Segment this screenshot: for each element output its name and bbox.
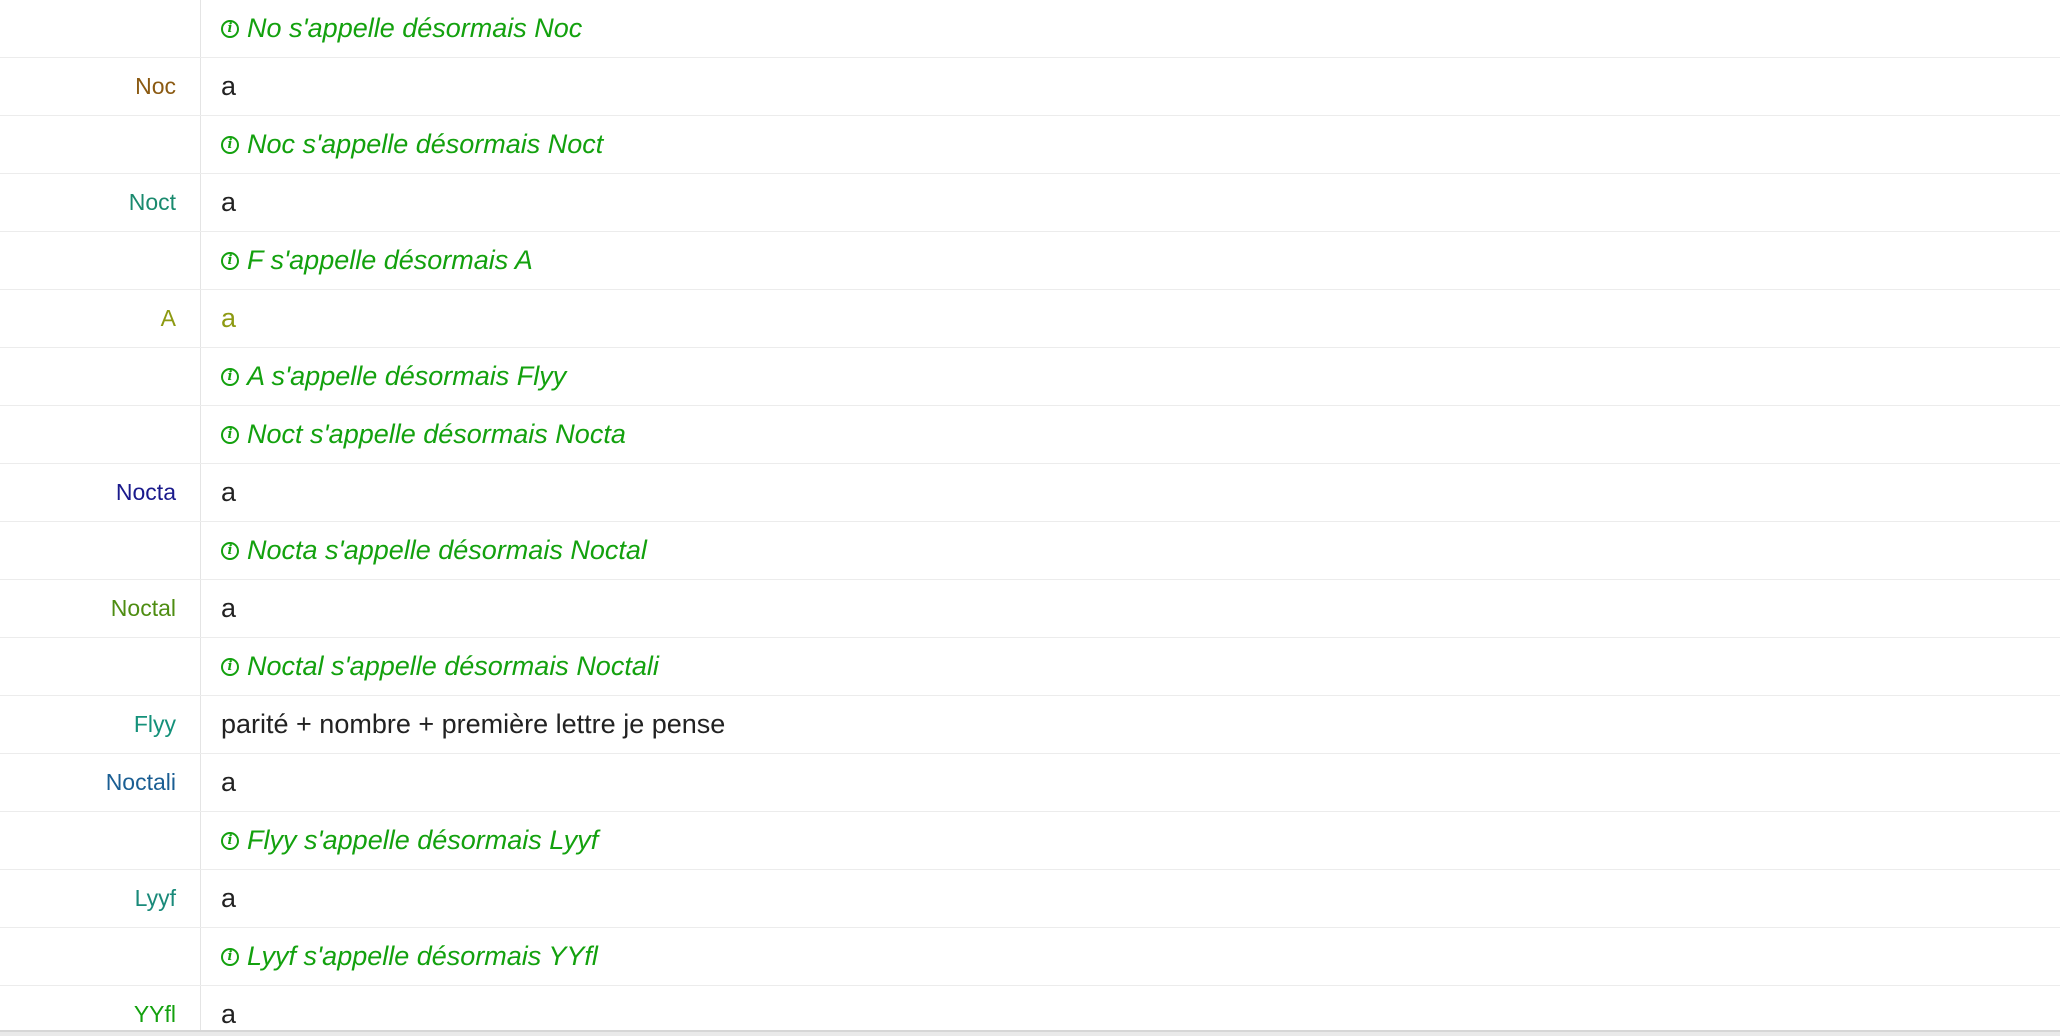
- nick-cell: [0, 116, 200, 173]
- message-body: a: [221, 71, 237, 101]
- nick-cell[interactable]: Flyy: [0, 696, 200, 753]
- message-body: a: [221, 187, 237, 217]
- nick-cell: [0, 0, 200, 57]
- system-notice-row: i A s'appelle désormais Flyy: [0, 348, 2060, 406]
- nick-cell: [0, 638, 200, 695]
- system-notice: i A s'appelle désormais Flyy: [200, 348, 2060, 405]
- info-icon: i: [221, 425, 239, 444]
- message-body: parité + nombre + première lettre je pen…: [221, 709, 726, 739]
- nick-cell: [0, 348, 200, 405]
- system-notice: i Noct s'appelle désormais Nocta: [200, 406, 2060, 463]
- system-notice-text: Flyy s'appelle désormais Lyyf: [247, 825, 599, 855]
- system-notice-row: i Flyy s'appelle désormais Lyyf: [0, 812, 2060, 870]
- message-row: Aa: [0, 290, 2060, 348]
- message-text: a: [200, 174, 2060, 231]
- nick-cell[interactable]: Lyyf: [0, 870, 200, 927]
- message-body: a: [221, 883, 237, 913]
- system-notice-row: i Noct s'appelle désormais Nocta: [0, 406, 2060, 464]
- info-icon: i: [221, 947, 239, 966]
- nick-cell: [0, 406, 200, 463]
- message-row: Nocta a: [0, 464, 2060, 522]
- nick-cell[interactable]: Noctali: [0, 754, 200, 811]
- message-row: Noctali a: [0, 754, 2060, 812]
- message-text: a: [200, 58, 2060, 115]
- message-body: a: [221, 477, 237, 507]
- nick-cell[interactable]: Noct: [0, 174, 200, 231]
- system-notice-row: i Lyyf s'appelle désormais YYfl: [0, 928, 2060, 986]
- message-body: a: [221, 999, 237, 1029]
- system-notice-text: F s'appelle désormais A: [247, 245, 533, 275]
- system-notice: i Flyy s'appelle désormais Lyyf: [200, 812, 2060, 869]
- nick-cell[interactable]: A: [0, 290, 200, 347]
- system-notice-row: i Noc s'appelle désormais Noct: [0, 116, 2060, 174]
- system-notice-text: Noctal s'appelle désormais Noctali: [247, 651, 659, 681]
- message-text: parité + nombre + première lettre je pen…: [200, 696, 2060, 753]
- nick-cell[interactable]: YYfl: [0, 986, 200, 1030]
- nick-cell: [0, 928, 200, 985]
- nick-cell: [0, 522, 200, 579]
- system-notice-text: Lyyf s'appelle désormais YYfl: [247, 941, 598, 971]
- system-notice-row: i Nocta s'appelle désormais Noctal: [0, 522, 2060, 580]
- system-notice: i No s'appelle désormais Noc: [200, 0, 2060, 57]
- system-notice-text: Noc s'appelle désormais Noct: [247, 129, 604, 159]
- system-notice-text: No s'appelle désormais Noc: [247, 13, 583, 43]
- system-notice: i Nocta s'appelle désormais Noctal: [200, 522, 2060, 579]
- message-text: a: [200, 290, 2060, 347]
- message-text: a: [200, 754, 2060, 811]
- system-notice-row: i Noctal s'appelle désormais Noctali: [0, 638, 2060, 696]
- nick-cell[interactable]: Nocta: [0, 464, 200, 521]
- system-notice: i F s'appelle désormais A: [200, 232, 2060, 289]
- system-notice-row: i No s'appelle désormais Noc: [0, 0, 2060, 58]
- message-row: Noct a: [0, 174, 2060, 232]
- bottom-scrollbar[interactable]: [0, 1030, 2060, 1036]
- message-body: a: [221, 303, 237, 333]
- info-icon: i: [221, 251, 239, 270]
- system-notice: i Noctal s'appelle désormais Noctali: [200, 638, 2060, 695]
- info-icon: i: [221, 19, 239, 38]
- message-body: a: [221, 593, 237, 623]
- info-icon: i: [221, 541, 239, 560]
- message-text: a: [200, 870, 2060, 927]
- system-notice: i Lyyf s'appelle désormais YYfl: [200, 928, 2060, 985]
- system-notice-text: Noct s'appelle désormais Nocta: [247, 419, 626, 449]
- chat-log: i No s'appelle désormais Noc Noc a i Noc s'ap…: [0, 0, 2060, 1030]
- system-notice-text: Nocta s'appelle désormais Noctal: [247, 535, 647, 565]
- message-row: Lyyf a: [0, 870, 2060, 928]
- message-row: YYfl a: [0, 986, 2060, 1030]
- info-icon: i: [221, 135, 239, 154]
- nick-cell[interactable]: Noctal: [0, 580, 200, 637]
- info-icon: i: [221, 831, 239, 850]
- message-row: Flyy parité + nombre + première lettre je…: [0, 696, 2060, 754]
- info-icon: i: [221, 657, 239, 676]
- info-icon: i: [221, 367, 239, 386]
- system-notice-text: A s'appelle désormais Flyy: [247, 361, 567, 391]
- message-row: Noctal a: [0, 580, 2060, 638]
- message-text: a: [200, 986, 2060, 1030]
- nick-cell: [0, 812, 200, 869]
- nick-cell[interactable]: Noc: [0, 58, 200, 115]
- message-text: a: [200, 464, 2060, 521]
- system-notice-row: i F s'appelle désormais A: [0, 232, 2060, 290]
- message-row: Noc a: [0, 58, 2060, 116]
- system-notice: i Noc s'appelle désormais Noct: [200, 116, 2060, 173]
- message-text: a: [200, 580, 2060, 637]
- message-body: a: [221, 767, 237, 797]
- nick-cell: [0, 232, 200, 289]
